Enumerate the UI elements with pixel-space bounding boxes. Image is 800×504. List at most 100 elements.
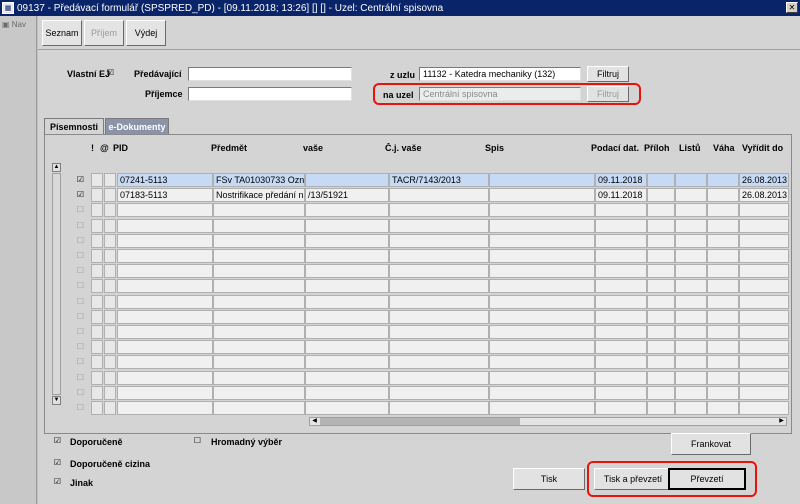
cell-vaha[interactable] <box>707 371 739 385</box>
prevzeti-button[interactable]: Převzetí <box>668 468 746 490</box>
row-checkbox[interactable]: ☐ <box>76 343 85 352</box>
cell-listu[interactable] <box>675 173 707 187</box>
cell-vyridit-do[interactable] <box>739 295 789 309</box>
col-header-priloh[interactable]: Příloh <box>644 143 670 157</box>
cell-flag[interactable] <box>104 234 116 248</box>
cell-flag[interactable] <box>91 340 103 354</box>
cell-listu[interactable] <box>675 264 707 278</box>
tab-e-dokumenty[interactable]: e-Dokumenty <box>105 118 169 134</box>
cell-priloh[interactable] <box>647 340 675 354</box>
cell-cj-vase[interactable] <box>389 203 489 217</box>
cell-podaci-dat[interactable] <box>595 310 647 324</box>
cell-priloh[interactable] <box>647 310 675 324</box>
cell-listu[interactable] <box>675 371 707 385</box>
cell-flag[interactable] <box>91 188 103 202</box>
cell-spis[interactable] <box>489 264 595 278</box>
cell-cj-vase[interactable] <box>389 188 489 202</box>
cell-cj-vase[interactable]: TACR/7143/2013 <box>389 173 489 187</box>
cell-priloh[interactable] <box>647 188 675 202</box>
col-header-vyridit-do[interactable]: Vyřídit do <box>742 143 792 157</box>
cell-spis[interactable] <box>489 340 595 354</box>
cell-flag[interactable] <box>91 249 103 263</box>
cell-flag[interactable] <box>104 310 116 324</box>
row-checkbox[interactable]: ☐ <box>76 374 85 383</box>
cell-podaci-dat[interactable] <box>595 295 647 309</box>
cell-cj-vase[interactable] <box>389 219 489 233</box>
cell-pid[interactable] <box>117 249 213 263</box>
cell-vyridit-do[interactable] <box>739 310 789 324</box>
row-checkbox[interactable]: ☐ <box>76 206 85 215</box>
cell-spis[interactable] <box>489 203 595 217</box>
cell-vyridit-do[interactable] <box>739 386 789 400</box>
cell-pid[interactable] <box>117 340 213 354</box>
cell-vase[interactable] <box>305 325 389 339</box>
cell-flag[interactable] <box>91 401 103 415</box>
cell-spis[interactable] <box>489 188 595 202</box>
cell-flag[interactable] <box>91 325 103 339</box>
col-header-podaci-dat[interactable]: Podací dat. <box>591 143 639 157</box>
cell-vyridit-do[interactable] <box>739 219 789 233</box>
cell-podaci-dat[interactable] <box>595 340 647 354</box>
cell-cj-vase[interactable] <box>389 295 489 309</box>
cell-cj-vase[interactable] <box>389 401 489 415</box>
cell-flag[interactable] <box>104 173 116 187</box>
cell-vase[interactable] <box>305 401 389 415</box>
cell-flag[interactable] <box>91 295 103 309</box>
cell-predmet[interactable] <box>213 325 305 339</box>
cell-listu[interactable] <box>675 249 707 263</box>
cell-flag[interactable] <box>104 355 116 369</box>
cell-predmet[interactable] <box>213 310 305 324</box>
cell-predmet[interactable] <box>213 264 305 278</box>
cell-priloh[interactable] <box>647 249 675 263</box>
cell-pid[interactable] <box>117 279 213 293</box>
vlastni-ej-checkbox[interactable]: ☑ <box>106 69 115 78</box>
cell-predmet[interactable] <box>213 279 305 293</box>
cell-vaha[interactable] <box>707 188 739 202</box>
cell-priloh[interactable] <box>647 264 675 278</box>
row-checkbox[interactable]: ☑ <box>76 176 85 185</box>
doporucene-checkbox[interactable]: ☑ <box>53 437 62 446</box>
scroll-up-icon[interactable]: ▲ <box>52 163 61 172</box>
cell-cj-vase[interactable] <box>389 386 489 400</box>
cell-podaci-dat[interactable] <box>595 249 647 263</box>
cell-cj-vase[interactable] <box>389 310 489 324</box>
cell-listu[interactable] <box>675 386 707 400</box>
cell-cj-vase[interactable] <box>389 234 489 248</box>
predavajici-field[interactable] <box>188 67 352 81</box>
cell-podaci-dat[interactable] <box>595 264 647 278</box>
cell-cj-vase[interactable] <box>389 249 489 263</box>
cell-predmet[interactable] <box>213 249 305 263</box>
cell-pid[interactable] <box>117 234 213 248</box>
cell-predmet[interactable]: FSv TA01030733 Ozná <box>213 173 305 187</box>
cell-predmet[interactable] <box>213 355 305 369</box>
cell-vyridit-do[interactable] <box>739 279 789 293</box>
cell-flag[interactable] <box>104 401 116 415</box>
row-checkbox[interactable]: ☐ <box>76 222 85 231</box>
cell-vase[interactable] <box>305 295 389 309</box>
cell-podaci-dat[interactable] <box>595 203 647 217</box>
cell-pid[interactable] <box>117 386 213 400</box>
cell-flag[interactable] <box>104 371 116 385</box>
prijem-button[interactable]: Příjem <box>84 20 124 46</box>
cell-listu[interactable] <box>675 340 707 354</box>
filtruj-z-uzlu-button[interactable]: Filtruj <box>587 66 629 82</box>
cell-priloh[interactable] <box>647 203 675 217</box>
cell-pid[interactable] <box>117 371 213 385</box>
z-uzlu-field[interactable]: 11132 - Katedra mechaniky (132) <box>419 67 581 81</box>
cell-flag[interactable] <box>91 234 103 248</box>
cell-podaci-dat[interactable] <box>595 371 647 385</box>
cell-vase[interactable] <box>305 371 389 385</box>
cell-vaha[interactable] <box>707 401 739 415</box>
cell-pid[interactable] <box>117 310 213 324</box>
cell-flag[interactable] <box>91 355 103 369</box>
cell-vaha[interactable] <box>707 340 739 354</box>
cell-vase[interactable] <box>305 249 389 263</box>
cell-podaci-dat[interactable] <box>595 279 647 293</box>
cell-spis[interactable] <box>489 371 595 385</box>
cell-priloh[interactable] <box>647 173 675 187</box>
cell-spis[interactable] <box>489 401 595 415</box>
cell-spis[interactable] <box>489 173 595 187</box>
vydej-button[interactable]: Výdej <box>126 20 166 46</box>
cell-predmet[interactable] <box>213 386 305 400</box>
cell-vase[interactable] <box>305 173 389 187</box>
